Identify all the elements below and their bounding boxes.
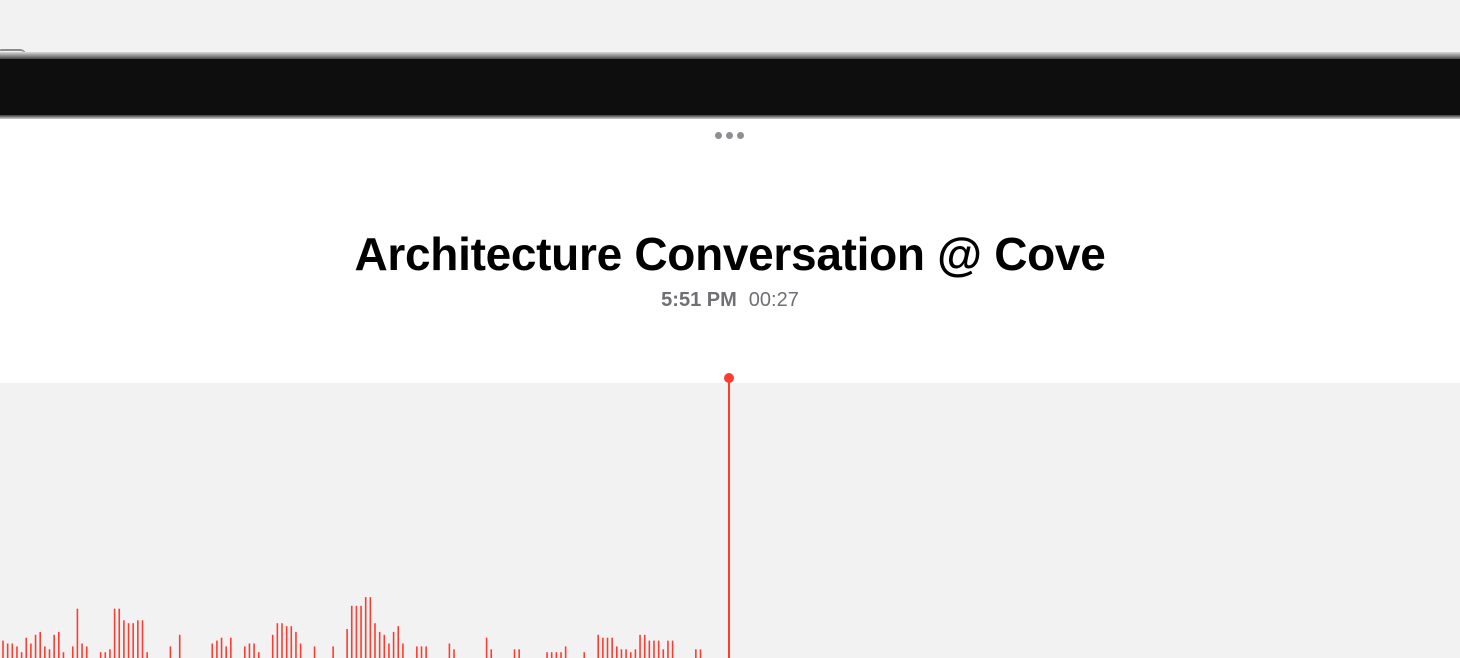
recording-time: 5:51 PM	[661, 289, 737, 311]
recording-meta: 5:51 PM 00:27	[0, 287, 1460, 313]
recording-duration: 00:27	[748, 289, 799, 311]
more-options-button[interactable]	[706, 122, 752, 148]
ellipsis-icon	[714, 131, 744, 139]
status-bar-area	[0, 0, 1460, 52]
waveform-bars	[2, 597, 702, 658]
waveform	[2, 373, 734, 658]
playhead-handle[interactable]	[724, 373, 734, 383]
recording-title[interactable]: Architecture Conversation @ Cove	[0, 226, 1460, 282]
toolbar-background	[0, 59, 1460, 115]
waveform-area[interactable]	[0, 373, 1460, 658]
window-edge	[0, 52, 1460, 59]
